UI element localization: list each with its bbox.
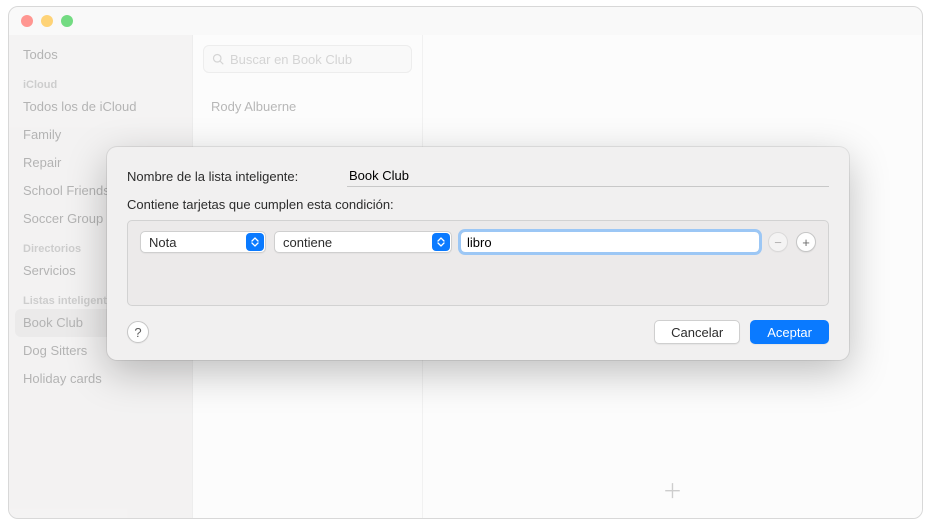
sheet-footer: ? Cancelar Aceptar (127, 320, 829, 344)
smart-list-sheet: Nombre de la lista inteligente: Contiene… (107, 147, 849, 360)
remove-condition-button[interactable]: − (768, 232, 788, 252)
app-window: Todos iCloud Todos los de iCloud Family … (8, 6, 923, 519)
chevron-updown-icon (432, 233, 450, 251)
help-button[interactable]: ? (127, 321, 149, 343)
conditions-container: Nota contiene − (127, 220, 829, 306)
name-row: Nombre de la lista inteligente: (127, 165, 829, 187)
add-condition-button[interactable]: + (796, 232, 816, 252)
chevron-updown-icon (246, 233, 264, 251)
condition-header-label: Contiene tarjetas que cumplen esta condi… (127, 197, 829, 212)
condition-operator-value: contiene (283, 235, 332, 250)
smart-list-name-input[interactable] (347, 165, 829, 187)
smart-list-name-label: Nombre de la lista inteligente: (127, 169, 347, 184)
help-icon: ? (134, 325, 141, 340)
condition-field-value: Nota (149, 235, 176, 250)
condition-value-input[interactable] (460, 231, 760, 253)
minus-icon: − (774, 235, 782, 250)
condition-field-select[interactable]: Nota (140, 231, 266, 253)
condition-row: Nota contiene − (140, 231, 816, 253)
cancel-button[interactable]: Cancelar (654, 320, 740, 344)
accept-button[interactable]: Aceptar (750, 320, 829, 344)
plus-icon: + (802, 235, 810, 250)
condition-operator-select[interactable]: contiene (274, 231, 452, 253)
